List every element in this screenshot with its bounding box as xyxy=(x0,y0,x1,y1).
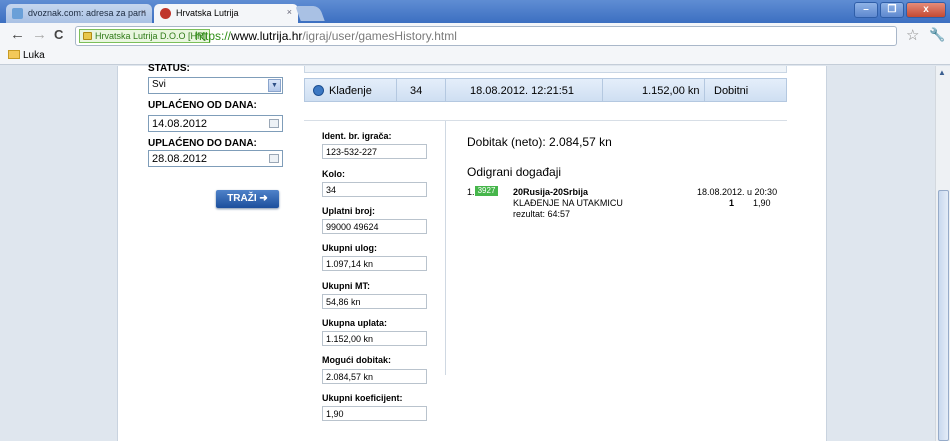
new-tab-button[interactable] xyxy=(295,6,325,21)
tab-title: dvoznak.com: adresa za parn xyxy=(28,8,147,18)
total-stake-field: 1.097,14 kn xyxy=(322,256,427,271)
bookmark-luka[interactable]: Luka xyxy=(8,50,45,61)
status-select[interactable]: Svi ▼ xyxy=(148,77,283,94)
status-label: STATUS: xyxy=(148,64,190,72)
total-mt-field: 54,86 kn xyxy=(322,294,427,309)
round-field: 34 xyxy=(322,182,427,197)
possible-win-field: 2.084,57 kn xyxy=(322,369,427,384)
close-window-button[interactable]: x xyxy=(906,2,946,18)
payment-number-label: Uplatni broj: xyxy=(322,206,375,216)
payment-number-field: 99000 49624 xyxy=(322,219,427,234)
round-label: Kolo: xyxy=(322,169,345,179)
lutrija-favicon-icon xyxy=(160,8,171,19)
result-amount: 1.152,00 kn xyxy=(642,85,700,97)
to-date-input[interactable]: 28.08.2012 xyxy=(148,150,283,167)
url-text[interactable]: https://www.lutrija.hr/igraj/user/gamesH… xyxy=(195,29,457,43)
reload-icon[interactable]: C xyxy=(54,27,63,43)
from-date-value: 14.08.2012 xyxy=(152,118,208,130)
total-odds-field: 1,90 xyxy=(322,406,427,421)
event-odd: 1,90 xyxy=(753,198,771,208)
close-tab-icon[interactable]: × xyxy=(287,7,292,17)
scroll-up-icon[interactable]: ▲ xyxy=(938,68,946,77)
tab-title: Hrvatska Lutrija xyxy=(176,8,239,18)
calendar-icon[interactable] xyxy=(269,119,279,128)
possible-win-label: Mogući dobitak: xyxy=(322,355,391,365)
page-scrollbar[interactable]: ▲ xyxy=(935,66,950,441)
security-label: Hrvatska Lutrija D.O.O [HR] xyxy=(95,31,207,41)
calendar-icon[interactable] xyxy=(269,154,279,163)
to-date-label: UPLAĆENO DO DANA: xyxy=(148,138,257,149)
folder-icon xyxy=(8,50,20,59)
search-button[interactable]: TRAŽI ➜ xyxy=(216,190,279,208)
event-date: 18.08.2012. u 20:30 xyxy=(697,187,778,197)
expand-icon[interactable] xyxy=(313,85,324,96)
result-round: 34 xyxy=(410,85,423,97)
address-bar[interactable]: Hrvatska Lutrija D.O.O [HR] https://www.… xyxy=(75,26,897,46)
back-icon[interactable]: ← xyxy=(10,27,25,43)
site-favicon-icon xyxy=(12,8,23,19)
result-row[interactable]: Klađenje 34 18.08.2012. 12:21:51 1.152,0… xyxy=(304,78,787,102)
event-result: rezultat: 64:57 xyxy=(513,209,571,219)
search-button-label: TRAŽI xyxy=(227,193,257,204)
net-win: Dobitak (neto): 2.084,57 kn xyxy=(467,135,612,149)
url-path: /igraj/user/gamesHistory.html xyxy=(302,29,457,43)
result-status: Dobitni xyxy=(714,85,749,97)
forward-icon[interactable]: → xyxy=(32,27,47,43)
player-id-field: 123-532-227 xyxy=(322,144,427,159)
maximize-button[interactable]: ❐ xyxy=(880,2,904,18)
player-id-label: Ident. br. igrača: xyxy=(322,131,392,141)
results-table-header xyxy=(304,66,787,73)
tab-hrvatska-lutrija[interactable]: Hrvatska Lutrija × xyxy=(154,4,298,23)
url-scheme: https:// xyxy=(195,29,232,43)
chevron-down-icon[interactable]: ▼ xyxy=(268,79,281,92)
title-bar: dvoznak.com: adresa za parn × Hrvatska L… xyxy=(0,0,950,23)
minimize-button[interactable]: – xyxy=(854,2,878,18)
total-payment-label: Ukupna uplata: xyxy=(322,318,388,328)
from-date-input[interactable]: 14.08.2012 xyxy=(148,115,283,132)
security-indicator[interactable]: Hrvatska Lutrija D.O.O [HR] xyxy=(79,29,211,43)
event-code-badge: 3927 xyxy=(475,186,498,196)
detail-divider xyxy=(445,121,446,375)
from-date-label: UPLAĆENO OD DANA: xyxy=(148,100,257,111)
status-value: Svi xyxy=(152,79,166,90)
total-stake-label: Ukupni ulog: xyxy=(322,243,377,253)
event-bet-type: KLAĐENJE NA UTAKMICU xyxy=(513,198,623,208)
event-tip: 1 xyxy=(729,198,735,208)
result-datetime: 18.08.2012. 12:21:51 xyxy=(470,85,574,97)
lock-icon xyxy=(83,32,92,40)
close-tab-icon[interactable]: × xyxy=(141,7,146,17)
wrench-icon[interactable]: 🔧 xyxy=(929,27,945,43)
star-icon[interactable]: ☆ xyxy=(906,26,919,44)
total-mt-label: Ukupni MT: xyxy=(322,281,370,291)
arrow-right-icon: ➜ xyxy=(259,193,268,204)
total-payment-field: 1.152,00 kn xyxy=(322,331,427,346)
to-date-value: 28.08.2012 xyxy=(152,153,208,165)
tab-dvoznak[interactable]: dvoznak.com: adresa za parn × xyxy=(6,4,152,23)
bookmarks-bar: Luka xyxy=(0,48,950,65)
events-title: Odigrani događaji xyxy=(467,165,562,179)
event-match: 20Rusija-20Srbija xyxy=(513,187,589,197)
bookmark-label: Luka xyxy=(23,50,45,61)
scrollbar-thumb[interactable] xyxy=(938,190,949,441)
browser-toolbar: ← → C Hrvatska Lutrija D.O.O [HR] https:… xyxy=(0,23,950,48)
total-odds-label: Ukupni koeficijent: xyxy=(322,393,403,403)
detail-separator xyxy=(304,120,787,121)
event-number: 1. xyxy=(467,187,475,197)
url-host: www.lutrija.hr xyxy=(231,29,303,43)
result-game: Klađenje xyxy=(329,85,372,97)
